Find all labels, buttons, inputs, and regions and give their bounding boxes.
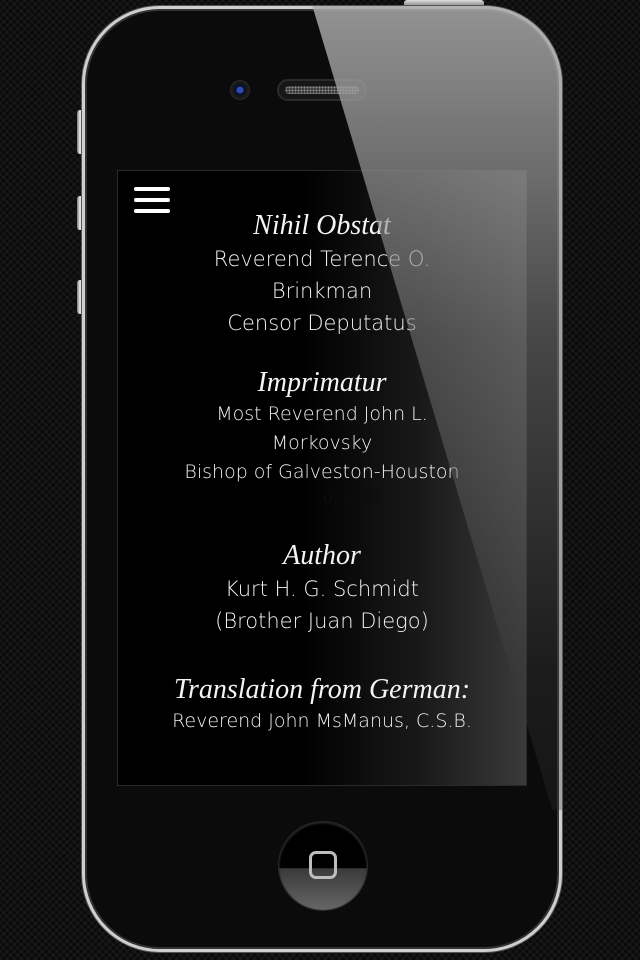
section-imprimatur: Imprimatur Most Reverend John L. Morkovs… bbox=[118, 366, 526, 509]
hamburger-menu-icon-bar bbox=[134, 198, 170, 202]
section-line: Censor Deputatus bbox=[227, 311, 417, 335]
hamburger-menu-icon bbox=[134, 187, 170, 191]
section-line: Brinkman bbox=[271, 279, 373, 303]
section-line: Kurt H. G. Schmidt bbox=[224, 577, 419, 601]
section-heading: Imprimatur bbox=[257, 367, 387, 398]
section-line: Morkovsky bbox=[271, 432, 373, 454]
section-line: Reverend Terence O. bbox=[213, 247, 431, 271]
section-nihil-obstat: Nihil Obstat Reverend Terence O. Brinkma… bbox=[118, 209, 526, 339]
section-line: (Brother Juan Diego) bbox=[215, 609, 429, 633]
section-heading: Nihil Obstat bbox=[253, 210, 391, 241]
section-line: Bishop of Galveston-Houston bbox=[184, 461, 460, 483]
section-author: Author Kurt H. G. Schmidt (Brother Juan … bbox=[118, 539, 526, 637]
imprimatur-date: 0, 1983 bbox=[323, 487, 381, 508]
home-square-icon bbox=[309, 851, 337, 879]
app-screen: Nihil Obstat Reverend Terence O. Brinkma… bbox=[117, 170, 527, 786]
section-translation: Translation from German: Reverend John M… bbox=[118, 673, 526, 736]
section-line: Reverend John MsManus, C.S.B. bbox=[172, 710, 472, 732]
front-camera-icon bbox=[230, 80, 250, 100]
credits-content: Nihil Obstat Reverend Terence O. Brinkma… bbox=[118, 209, 526, 763]
home-button[interactable] bbox=[279, 822, 367, 910]
section-line: Most Reverend John L. bbox=[216, 403, 428, 425]
earpiece-speaker bbox=[277, 79, 367, 101]
section-heading: Author bbox=[283, 540, 361, 571]
section-heading: Translation from German: bbox=[173, 674, 471, 705]
